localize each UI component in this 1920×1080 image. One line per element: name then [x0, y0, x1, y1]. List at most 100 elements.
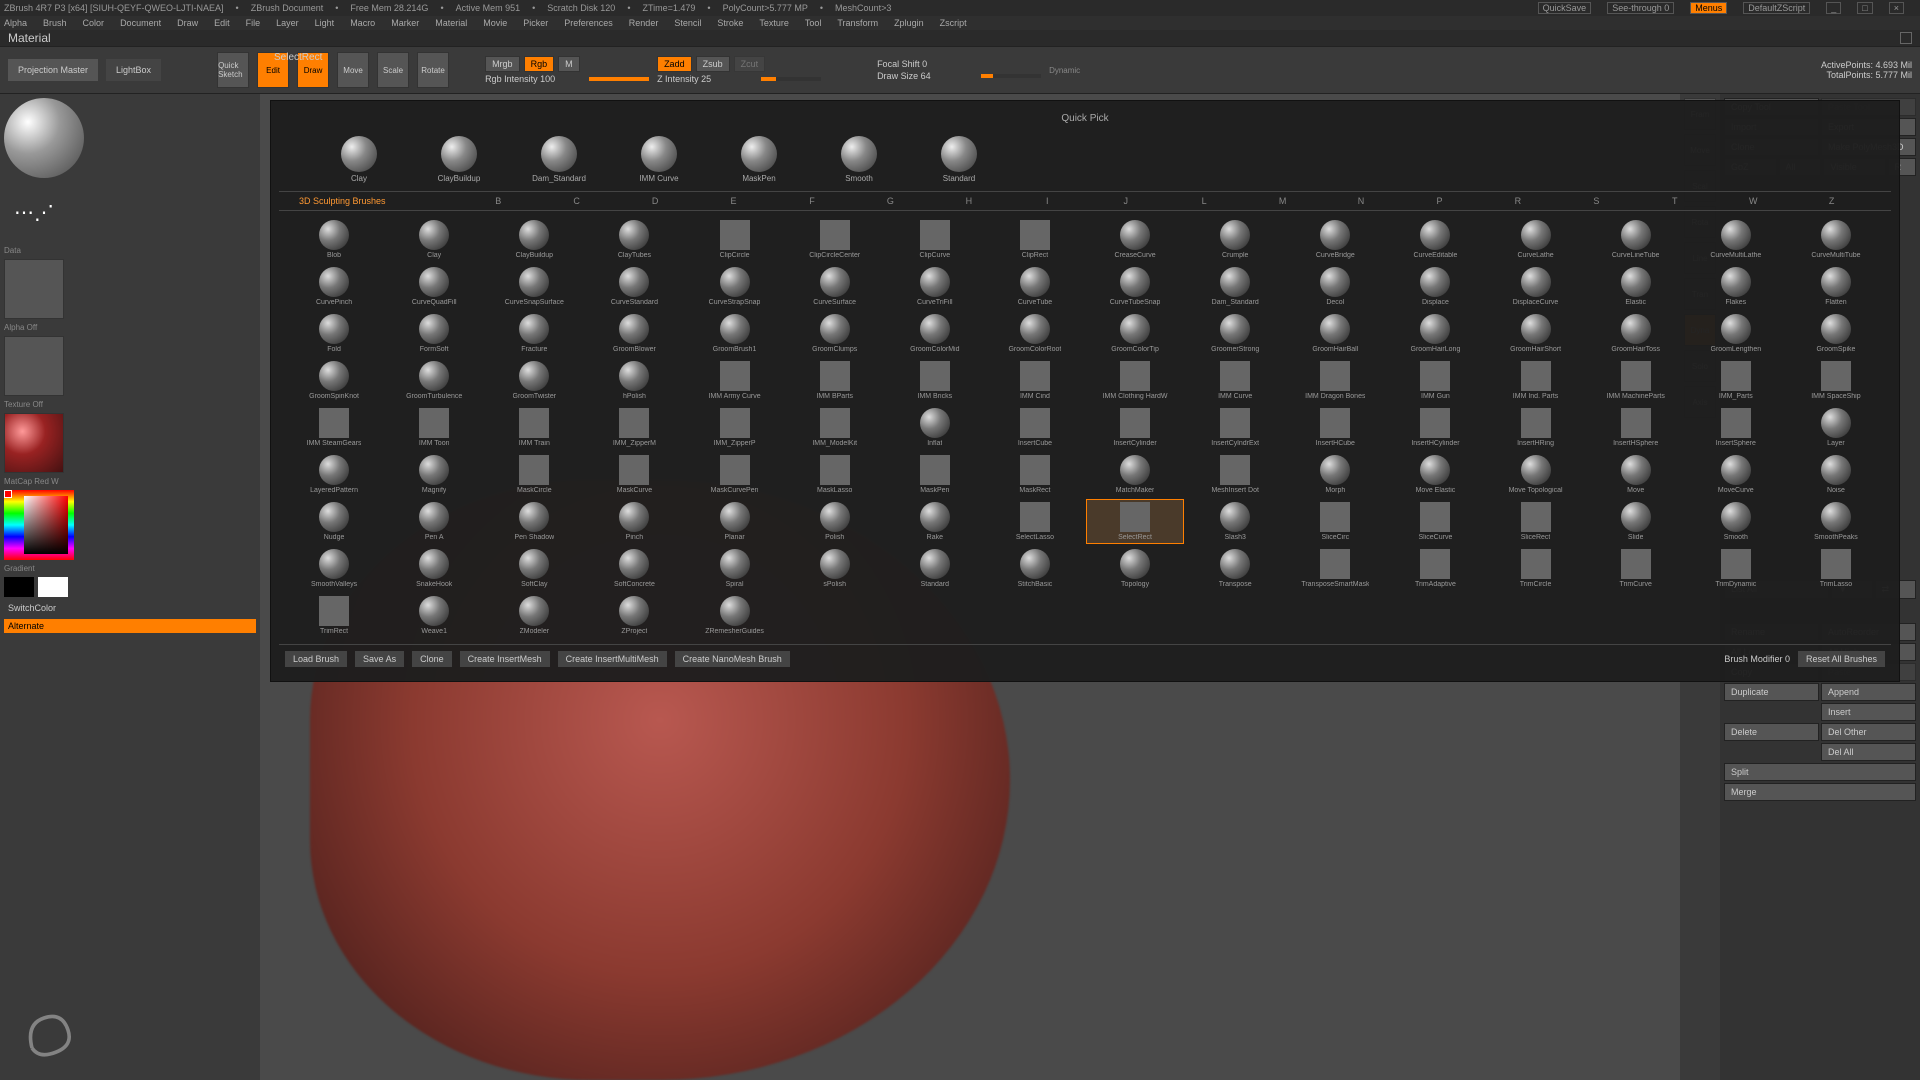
brush-rake[interactable]: Rake	[886, 499, 984, 544]
menu-layer[interactable]: Layer	[276, 18, 299, 28]
menu-stroke[interactable]: Stroke	[717, 18, 743, 28]
brush-immparts[interactable]: IMM_Parts	[1687, 358, 1785, 403]
brush-maskcircle[interactable]: MaskCircle	[485, 452, 583, 497]
append-button[interactable]: Append	[1821, 683, 1916, 701]
menu-edit[interactable]: Edit	[214, 18, 230, 28]
menu-material[interactable]: Material	[435, 18, 467, 28]
brush-cliprect[interactable]: ClipRect	[986, 217, 1084, 262]
brush-fold[interactable]: Fold	[285, 311, 383, 356]
brush-groomhairshort[interactable]: GroomHairShort	[1487, 311, 1585, 356]
brush-curvequadfill[interactable]: CurveQuadFill	[385, 264, 483, 309]
brush-groomspinknot[interactable]: GroomSpinKnot	[285, 358, 383, 403]
filter-letter-h[interactable]: H	[930, 196, 1008, 206]
quickpick-imm curve[interactable]: IMM Curve	[619, 136, 699, 183]
filter-letter-f[interactable]: F	[773, 196, 851, 206]
brush-weave1[interactable]: Weave1	[385, 593, 483, 638]
brush-zproject[interactable]: ZProject	[585, 593, 683, 638]
menu-render[interactable]: Render	[629, 18, 659, 28]
brush-trimadaptive[interactable]: TrimAdaptive	[1386, 546, 1484, 591]
menu-zplugin[interactable]: Zplugin	[894, 18, 924, 28]
load-brush-button[interactable]: Load Brush	[285, 651, 347, 667]
brush-immzipperm[interactable]: IMM_ZipperM	[585, 405, 683, 450]
menu-document[interactable]: Document	[120, 18, 161, 28]
brush-groomblower[interactable]: GroomBlower	[585, 311, 683, 356]
brush-elastic[interactable]: Elastic	[1587, 264, 1685, 309]
brush-curvesurface[interactable]: CurveSurface	[786, 264, 884, 309]
brush-slicerect[interactable]: SliceRect	[1487, 499, 1585, 544]
color-picker[interactable]	[4, 490, 74, 560]
brush-inserthsphere[interactable]: InsertHSphere	[1587, 405, 1685, 450]
brush-snakehook[interactable]: SnakeHook	[385, 546, 483, 591]
menu-tool[interactable]: Tool	[805, 18, 822, 28]
reset-all-brushes-button[interactable]: Reset All Brushes	[1798, 651, 1885, 667]
brush-displacecurve[interactable]: DisplaceCurve	[1487, 264, 1585, 309]
brush-morph[interactable]: Morph	[1286, 452, 1384, 497]
filter-letter-d[interactable]: D	[616, 196, 694, 206]
brush-immsteamgears[interactable]: IMM SteamGears	[285, 405, 383, 450]
brush-creasecurve[interactable]: CreaseCurve	[1086, 217, 1184, 262]
quickpick-claybuildup[interactable]: ClayBuildup	[419, 136, 499, 183]
brush-trimcircle[interactable]: TrimCircle	[1487, 546, 1585, 591]
brush-groomtwister[interactable]: GroomTwister	[485, 358, 583, 403]
menu-alpha[interactable]: Alpha	[4, 18, 27, 28]
brush-clipcirclecenter[interactable]: ClipCircleCenter	[786, 217, 884, 262]
mrgb-toggle[interactable]: Mrgb	[485, 56, 520, 72]
brush-curvebridge[interactable]: CurveBridge	[1286, 217, 1384, 262]
brush-curvestandard[interactable]: CurveStandard	[585, 264, 683, 309]
brush-trimdynamic[interactable]: TrimDynamic	[1687, 546, 1785, 591]
brush-spolish[interactable]: sPolish	[786, 546, 884, 591]
gradient-label[interactable]: Gradient	[4, 564, 256, 573]
brush-claytubes[interactable]: ClayTubes	[585, 217, 683, 262]
brush-curvelathe[interactable]: CurveLathe	[1487, 217, 1585, 262]
filter-letter-c[interactable]: C	[537, 196, 615, 206]
merge-button[interactable]: Merge	[1724, 783, 1916, 801]
brush-movecurve[interactable]: MoveCurve	[1687, 452, 1785, 497]
brush-slicecurve[interactable]: SliceCurve	[1386, 499, 1484, 544]
insert-button[interactable]: Insert	[1821, 703, 1916, 721]
brush-spiral[interactable]: Spiral	[686, 546, 784, 591]
brush-trimrect[interactable]: TrimRect	[285, 593, 383, 638]
delother-button[interactable]: Del Other	[1821, 723, 1916, 741]
brush-inserthring[interactable]: InsertHRing	[1487, 405, 1585, 450]
brush-transposesmartmask[interactable]: TransposeSmartMask	[1286, 546, 1384, 591]
filter-letter-g[interactable]: G	[851, 196, 929, 206]
zsub-toggle[interactable]: Zsub	[696, 56, 730, 72]
brush-planar[interactable]: Planar	[686, 499, 784, 544]
brush-inserthcube[interactable]: InsertHCube	[1286, 405, 1384, 450]
brush-formsoft[interactable]: FormSoft	[385, 311, 483, 356]
brush-movetopological[interactable]: Move Topological	[1487, 452, 1585, 497]
filter-letter-t[interactable]: T	[1636, 196, 1714, 206]
brush-modifier-slider[interactable]: Brush Modifier 0	[1724, 654, 1790, 664]
brush-layer[interactable]: Layer	[1787, 405, 1885, 450]
focal-shift-slider[interactable]: Focal Shift 0	[877, 59, 977, 69]
draw-size-slider[interactable]: Draw Size 64	[877, 71, 977, 81]
brush-curvetubesnap[interactable]: CurveTubeSnap	[1086, 264, 1184, 309]
material-label[interactable]: Material	[8, 31, 51, 45]
quickpick-maskpen[interactable]: MaskPen	[719, 136, 799, 183]
menu-color[interactable]: Color	[83, 18, 105, 28]
quickpick-clay[interactable]: Clay	[319, 136, 399, 183]
brush-inflat[interactable]: Inflat	[886, 405, 984, 450]
filter-letter-b[interactable]: B	[459, 196, 537, 206]
filter-letter-n[interactable]: N	[1322, 196, 1400, 206]
primary-color-swatch[interactable]	[38, 577, 68, 597]
menu-preferences[interactable]: Preferences	[564, 18, 613, 28]
filter-letter-p[interactable]: P	[1400, 196, 1478, 206]
brush-selectrect[interactable]: SelectRect	[1086, 499, 1184, 544]
brush-groomhairtoss[interactable]: GroomHairToss	[1587, 311, 1685, 356]
brush-groomcolormid[interactable]: GroomColorMid	[886, 311, 984, 356]
z-intensity-slider[interactable]: Z Intensity 25	[657, 74, 757, 84]
lightbox-button[interactable]: LightBox	[106, 59, 161, 81]
brush-smoothpeaks[interactable]: SmoothPeaks	[1787, 499, 1885, 544]
brush-trimcurve[interactable]: TrimCurve	[1587, 546, 1685, 591]
brush-stitchbasic[interactable]: StitchBasic	[986, 546, 1084, 591]
restore-icon[interactable]	[1900, 32, 1912, 44]
brush-curvelinetube[interactable]: CurveLineTube	[1587, 217, 1685, 262]
quickpick-dam_standard[interactable]: Dam_Standard	[519, 136, 599, 183]
brush-fracture[interactable]: Fracture	[485, 311, 583, 356]
secondary-color-swatch[interactable]	[4, 577, 34, 597]
brush-polish[interactable]: Polish	[786, 499, 884, 544]
brush-groomerstrong[interactable]: GroomerStrong	[1186, 311, 1284, 356]
window-close-icon[interactable]: ×	[1889, 2, 1904, 14]
brush-pinch[interactable]: Pinch	[585, 499, 683, 544]
